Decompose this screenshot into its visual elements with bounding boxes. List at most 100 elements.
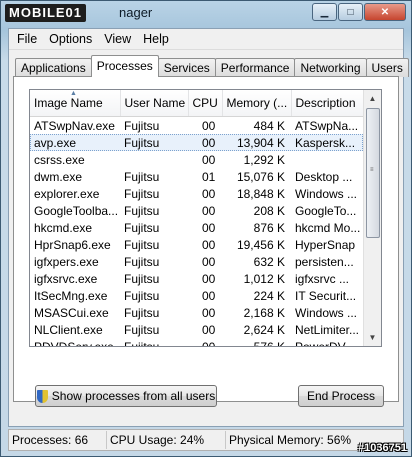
cell-image-name: PDVDServ.exe (34, 339, 114, 347)
cell-cpu: 00 (202, 220, 216, 235)
tab-users[interactable]: Users (365, 58, 409, 77)
table-row[interactable]: hkcmd.exe Fujitsu 00 876 K hkcmd Mo... (30, 219, 363, 236)
cell-description: IT Securit... (295, 288, 357, 303)
menu-options[interactable]: Options (43, 29, 98, 49)
cell-memory: 1,292 K (243, 152, 285, 167)
cell-user-name: Fujitsu (124, 305, 160, 320)
cell-user-name: Fujitsu (124, 254, 160, 269)
sort-ascending-icon: ▲ (70, 90, 77, 97)
mobile01-logo: MOBILE01 (5, 4, 87, 22)
cell-image-name: GoogleToolba... (34, 203, 119, 218)
cell-user-name: Fujitsu (124, 169, 160, 184)
table-row[interactable]: csrss.exe 00 1,292 K (30, 151, 363, 168)
menu-help[interactable]: Help (137, 29, 175, 49)
scrollbar-thumb[interactable]: ≡ (366, 108, 380, 238)
table-row[interactable]: ATSwpNav.exe Fujitsu 00 484 K ATSwpNa... (30, 117, 363, 135)
tab-networking[interactable]: Networking (294, 58, 367, 77)
client-area: File Options View Help Applications Proc… (8, 28, 409, 427)
process-list[interactable]: ▲ Image Name User Name CPU Memory (... D… (29, 89, 382, 347)
column-header-description[interactable]: Description (291, 90, 364, 117)
cell-user-name (120, 151, 188, 168)
window-title: nager (119, 5, 153, 20)
cell-description: GoogleTo... (295, 203, 357, 218)
cell-cpu: 00 (202, 186, 216, 201)
cell-cpu: 00 (202, 271, 216, 286)
table-row[interactable]: igfxsrvc.exe Fujitsu 00 1,012 K igfxsrvc ... (30, 270, 363, 287)
table-row[interactable]: explorer.exe Fujitsu 00 18,848 K Windows ... (30, 185, 363, 202)
cell-cpu: 00 (202, 254, 216, 269)
scroll-down-icon[interactable]: ▼ (364, 329, 381, 346)
minimize-button[interactable]: ▁ (312, 3, 337, 21)
cell-image-name: hkcmd.exe (34, 220, 93, 235)
cell-user-name: Fujitsu (124, 237, 160, 252)
tab-processes[interactable]: Processes (90, 55, 159, 77)
cell-memory: 15,076 K (236, 169, 285, 184)
cell-memory: 208 K (253, 203, 285, 218)
vertical-scrollbar[interactable]: ▲ ≡ ▼ (363, 90, 381, 346)
column-header-user-name[interactable]: User Name (120, 90, 189, 117)
cell-image-name: ATSwpNav.exe (34, 118, 115, 133)
cell-description: igfxsrvc ... (295, 271, 350, 286)
tab-performance[interactable]: Performance (214, 58, 296, 77)
cell-description: Desktop ... (295, 169, 353, 184)
cell-memory: 2,168 K (243, 305, 285, 320)
menu-file[interactable]: File (11, 29, 43, 49)
title-bar[interactable]: MOBILE01 nager ▁ □ ✕ (1, 1, 411, 25)
cell-cpu: 00 (202, 322, 216, 337)
cell-image-name: NLClient.exe (34, 322, 103, 337)
cell-user-name: Fujitsu (124, 203, 160, 218)
show-all-users-button[interactable]: Show processes from all users (35, 385, 217, 407)
cell-image-name: dwm.exe (34, 169, 83, 184)
menu-view[interactable]: View (98, 29, 137, 49)
table-row[interactable]: GoogleToolba... Fujitsu 00 208 K GoogleTo... (30, 202, 363, 219)
column-header-label: Image Name (34, 96, 103, 110)
cell-user-name: Fujitsu (124, 322, 160, 337)
table-row[interactable]: PDVDServ.exe Fujitsu 00 576 K PowerDV... (30, 338, 363, 347)
table-row[interactable]: dwm.exe Fujitsu 01 15,076 K Desktop ... (30, 168, 363, 185)
cell-memory: 1,012 K (243, 271, 285, 286)
cell-memory: 484 K (253, 118, 285, 133)
cell-memory: 632 K (253, 254, 285, 269)
cell-cpu: 00 (202, 288, 216, 303)
table-row[interactable]: ItSecMng.exe Fujitsu 00 224 K IT Securit... (30, 287, 363, 304)
close-button[interactable]: ✕ (364, 3, 406, 21)
cell-user-name: Fujitsu (124, 271, 160, 286)
cell-cpu: 00 (202, 203, 216, 218)
end-process-button[interactable]: End Process (298, 385, 384, 407)
table-row[interactable]: HprSnap6.exe Fujitsu 00 19,456 K HyperSnap (30, 236, 363, 253)
column-header-row: ▲ Image Name User Name CPU Memory (... D… (30, 90, 364, 117)
cell-cpu: 00 (202, 305, 216, 320)
cell-cpu: 00 (202, 152, 216, 167)
show-all-users-label: Show processes from all users (51, 389, 216, 403)
cell-description: Windows ... (295, 305, 358, 320)
cell-memory: 18,848 K (236, 186, 285, 201)
table-row[interactable]: MSASCui.exe Fujitsu 00 2,168 K Windows ... (30, 304, 363, 321)
scroll-up-icon[interactable]: ▲ (364, 90, 381, 107)
table-row[interactable]: igfxpers.exe Fujitsu 00 632 K persisten... (30, 253, 363, 270)
column-header-image-name[interactable]: ▲ Image Name (30, 90, 121, 117)
status-bar: Processes: 66 CPU Usage: 24% Physical Me… (8, 429, 404, 451)
maximize-button[interactable]: □ (338, 3, 363, 21)
cell-image-name: csrss.exe (34, 152, 85, 167)
cell-memory: 2,624 K (243, 322, 285, 337)
table-row[interactable]: NLClient.exe Fujitsu 00 2,624 K NetLimiter..… (30, 321, 363, 338)
cell-user-name: Fujitsu (124, 220, 160, 235)
cell-user-name: Fujitsu (120, 134, 188, 151)
cell-description: PowerDV... (295, 339, 355, 347)
tab-applications[interactable]: Applications (15, 58, 92, 77)
cell-memory: 19,456 K (236, 237, 285, 252)
cell-description: persisten... (295, 254, 354, 269)
cell-description: HyperSnap (295, 237, 356, 252)
column-header-memory[interactable]: Memory (... (222, 90, 292, 117)
cell-image-name: avp.exe (30, 134, 120, 151)
cell-image-name: MSASCui.exe (34, 305, 109, 320)
cell-user-name: Fujitsu (124, 339, 160, 347)
grip-icon: ≡ (370, 167, 374, 173)
task-manager-window: MOBILE01 nager ▁ □ ✕ File Options View H… (0, 0, 412, 457)
column-header-cpu[interactable]: CPU (188, 90, 223, 117)
cell-memory: 876 K (253, 220, 285, 235)
menu-bar: File Options View Help (9, 29, 403, 50)
cell-user-name: Fujitsu (124, 118, 160, 133)
table-row[interactable]: avp.exe Fujitsu 00 13,904 K Kaspersk... (30, 134, 363, 151)
tab-services[interactable]: Services (157, 58, 216, 77)
